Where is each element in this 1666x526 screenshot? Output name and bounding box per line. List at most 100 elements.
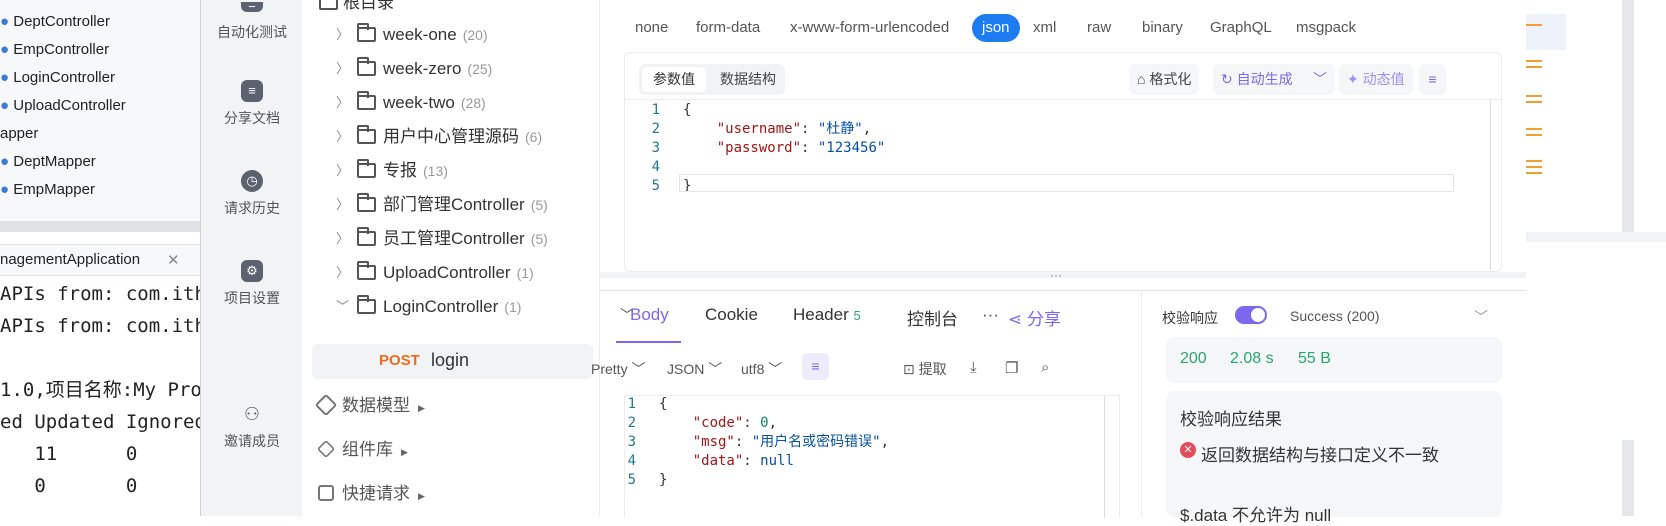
validate-toggle[interactable] (1235, 306, 1267, 324)
chevron-down-icon[interactable]: ﹀ (1474, 307, 1488, 327)
chevron-right-icon[interactable]: 〉 (336, 52, 349, 86)
code-token: } (659, 472, 668, 488)
code-token: null (760, 453, 794, 469)
ide-tree-item[interactable]: ● LoginController (0, 64, 115, 92)
chevron-down-icon: ﹀ (768, 361, 783, 377)
validate-label: 校验响应 (1162, 310, 1218, 326)
more-icon[interactable]: ··· (982, 305, 999, 325)
download-icon[interactable]: ⤓ (970, 359, 977, 376)
nav-project-settings[interactable]: ⚙ 项目设置 (201, 260, 303, 308)
body-editor[interactable]: 参数值 数据结构 ⌂ 格式化 ↻ 自动生成 ﹀ ✦ 动态值 ≡ 1 {2 "user… (624, 52, 1502, 272)
ide-run-tab[interactable]: nagementApplication ✕ (0, 244, 200, 276)
wrap-lines-button[interactable]: ≡ (1419, 64, 1446, 95)
nav-invite-member[interactable]: ⚇ 邀请成员 (201, 403, 303, 451)
ide-console: APIs from: com.ithe APIs from: com.ithe … (0, 278, 200, 516)
folder-icon (357, 125, 376, 144)
folder-row[interactable]: ﹀ LoginController (1) (303, 290, 600, 324)
ide-tree-item[interactable]: ● EmpController (0, 36, 109, 64)
pretty-select[interactable]: Pretty ﹀ (591, 359, 645, 379)
response-code-area[interactable]: 1 {2 "code": 0, 3 "msg": "用户名或密码错误", 4 "dat… (601, 396, 1097, 506)
body-type-json[interactable]: json (972, 14, 1020, 42)
format-select[interactable]: JSON ﹀ (667, 359, 722, 379)
resize-handle[interactable] (600, 272, 1526, 278)
ide-tree-item[interactable]: ● UploadController (0, 92, 126, 120)
magic-wand-icon: ✦ (1347, 71, 1359, 87)
nav-request-history[interactable]: ◷ 请求历史 (201, 170, 303, 218)
extract-button[interactable]: ⊡ 提取 (903, 359, 947, 379)
body-type-graphql[interactable]: GraphQL (1210, 14, 1272, 42)
body-type-urlencoded[interactable]: x-www-form-urlencoded (790, 14, 949, 42)
close-icon[interactable]: ✕ (167, 251, 180, 269)
tab-cookie[interactable]: Cookie (705, 305, 758, 325)
code-token: : (743, 453, 761, 469)
wrap-lines-button[interactable]: ≡ (802, 353, 829, 380)
code-token: "password" (683, 140, 802, 156)
chevron-down-icon: ﹀ (708, 361, 723, 377)
folder-row[interactable]: 〉 week-zero (25) (303, 52, 600, 86)
body-type-form-data[interactable]: form-data (696, 14, 760, 42)
folder-row[interactable]: 〉 week-one (20) (303, 18, 600, 52)
folder-root-row[interactable]: 根目录 (303, 0, 600, 20)
auto-generate-button[interactable]: ↻ 自动生成 ﹀ (1213, 64, 1335, 95)
search-icon[interactable]: ⌕ (1041, 359, 1049, 376)
encoding-select[interactable]: utf8 ﹀ (741, 359, 782, 379)
folder-row[interactable]: 〉员工管理Controller (5) (303, 222, 600, 256)
tab-console[interactable]: 控制台 (907, 305, 958, 330)
section-quick-requests[interactable]: 快捷请求 ▶ (318, 479, 425, 509)
scrollbar[interactable] (1622, 440, 1634, 516)
folder-icon (357, 295, 376, 314)
folder-row[interactable]: 〉专报 (13) (303, 154, 600, 188)
nav-share-doc[interactable]: ≡ 分享文档 (201, 80, 303, 128)
seg-params-tab[interactable]: 参数值 (642, 67, 706, 92)
section-components[interactable]: 组件库 ▶ (316, 435, 408, 465)
chevron-right-icon[interactable]: 〉 (336, 256, 349, 290)
status-select[interactable]: Success (200) (1290, 308, 1379, 324)
body-type-none[interactable]: none (635, 14, 668, 42)
scrollbar[interactable] (1622, 0, 1634, 232)
response-editor[interactable]: 1 {2 "code": 0, 3 "msg": "用户名或密码错误", 4 "dat… (624, 395, 1120, 518)
chevron-down-icon[interactable]: ﹀ (336, 290, 349, 324)
code-token: "123456" (817, 140, 886, 156)
folder-row[interactable]: 〉 UploadController (1) (303, 256, 600, 290)
section-data-models[interactable]: 数据模型 ▶ (314, 391, 425, 421)
seg-schema-tab[interactable]: 数据结构 (713, 67, 783, 92)
share-button[interactable]: ⋖ 分享 (1008, 305, 1061, 330)
scrollbar-track[interactable] (1104, 396, 1105, 518)
format-button[interactable]: ⌂ 格式化 (1129, 64, 1200, 95)
folder-row[interactable]: 〉部门管理Controller (5) (303, 188, 600, 222)
result-title: 校验响应结果 (1180, 410, 1282, 429)
request-body-panel: none form-data x-www-form-urlencoded jso… (600, 0, 1526, 290)
chevron-right-icon[interactable]: 〉 (336, 86, 349, 120)
body-type-raw[interactable]: raw (1087, 14, 1111, 42)
api-item-login[interactable]: POST login (312, 344, 593, 379)
dynamic-value-button[interactable]: ✦ 动态值 (1339, 64, 1413, 95)
layers-icon (316, 439, 336, 459)
console-line: 11 0 (0, 443, 138, 465)
code-line: "msg": "用户名或密码错误", (659, 432, 889, 452)
chevron-down-icon[interactable]: ﹀ (1313, 64, 1327, 95)
code-token: "杜静" (817, 121, 863, 137)
chevron-right-icon[interactable]: 〉 (336, 188, 349, 222)
tab-header[interactable]: Header 5 (793, 305, 861, 325)
line-number: 5 (651, 178, 660, 194)
folder-row[interactable]: 〉 week-two (28) (303, 86, 600, 120)
ide-tree-item[interactable]: ● DeptMapper (0, 148, 96, 176)
ide-tree-item[interactable]: ● EmpMapper (0, 176, 95, 204)
drag-dots-icon[interactable]: ··· (1050, 268, 1062, 282)
response-meta-card: 200 2.08 s 55 B (1166, 337, 1502, 383)
nav-automation-test[interactable]: − 自动化测试 (201, 0, 303, 42)
body-type-xml[interactable]: xml (1033, 14, 1056, 42)
code-token: "username" (683, 121, 802, 137)
scrollbar-track[interactable] (1490, 100, 1491, 270)
copy-icon[interactable]: ❐ (1005, 359, 1018, 377)
chevron-right-icon[interactable]: 〉 (336, 154, 349, 188)
ide-tree-item[interactable]: ● DeptController (0, 8, 110, 36)
folder-row[interactable]: 〉用户中心管理源码 (6) (303, 120, 600, 154)
body-type-msgpack[interactable]: msgpack (1296, 14, 1356, 42)
chevron-right-icon[interactable]: 〉 (336, 222, 349, 256)
body-type-binary[interactable]: binary (1142, 14, 1183, 42)
ide-tree-item[interactable]: apper (0, 120, 38, 148)
chevron-right-icon[interactable]: 〉 (336, 18, 349, 52)
tab-body[interactable]: Body (630, 305, 669, 325)
chevron-right-icon[interactable]: 〉 (336, 120, 349, 154)
